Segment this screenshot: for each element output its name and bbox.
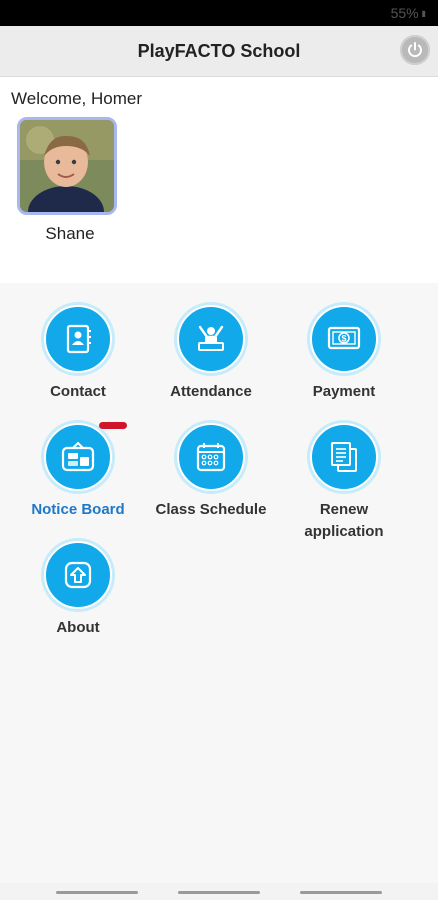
payment-icon: $ — [310, 305, 378, 373]
nav-recent-button[interactable] — [56, 891, 138, 894]
menu-item-notice-board[interactable]: Notice Board — [11, 423, 145, 521]
nav-back-button[interactable] — [300, 891, 382, 894]
attendance-icon — [177, 305, 245, 373]
menu-item-payment[interactable]: $ Payment — [277, 305, 411, 403]
profile-section: Welcome, Homer Shane — [0, 77, 438, 283]
menu-item-label: Class Schedule — [155, 501, 267, 518]
menu-item-class-schedule[interactable]: Class Schedule — [144, 423, 278, 521]
menu-item-attendance[interactable]: Attendance — [144, 305, 278, 403]
power-icon[interactable] — [400, 35, 430, 65]
documents-icon — [310, 423, 378, 491]
menu-item-label: Notice Board — [31, 501, 125, 518]
menu-item-about[interactable]: About — [11, 541, 145, 639]
menu-item-label: Payment — [312, 383, 376, 400]
app-title: PlayFACTO School — [137, 40, 301, 61]
welcome-text: Welcome, Homer — [11, 89, 142, 108]
arrow-up-icon — [44, 541, 112, 609]
menu-item-contact[interactable]: Contact — [11, 305, 145, 403]
menu-item-renew-application[interactable]: Renew application — [277, 423, 411, 543]
svg-text:$: $ — [341, 334, 346, 344]
menu-item-label: Renew application — [304, 501, 384, 540]
calendar-icon — [177, 423, 245, 491]
child-avatar[interactable] — [17, 117, 117, 215]
notification-badge — [99, 422, 127, 429]
app-bar: PlayFACTO School — [0, 26, 438, 77]
battery-icon: ▮ — [421, 8, 426, 18]
menu-item-label: Contact — [50, 383, 106, 400]
child-name[interactable]: Shane — [17, 224, 123, 244]
notice-board-icon — [44, 423, 112, 491]
system-nav-bar — [0, 883, 438, 900]
menu-grid: Contact Attendance $ Payment Notice Boar… — [0, 283, 438, 883]
nav-home-button[interactable] — [178, 891, 260, 894]
menu-item-label: About — [56, 619, 100, 636]
menu-item-label: Attendance — [170, 383, 252, 400]
battery-level: 55% — [390, 5, 419, 21]
contact-book-icon — [44, 305, 112, 373]
status-bar: 55% ▮ — [0, 0, 438, 26]
